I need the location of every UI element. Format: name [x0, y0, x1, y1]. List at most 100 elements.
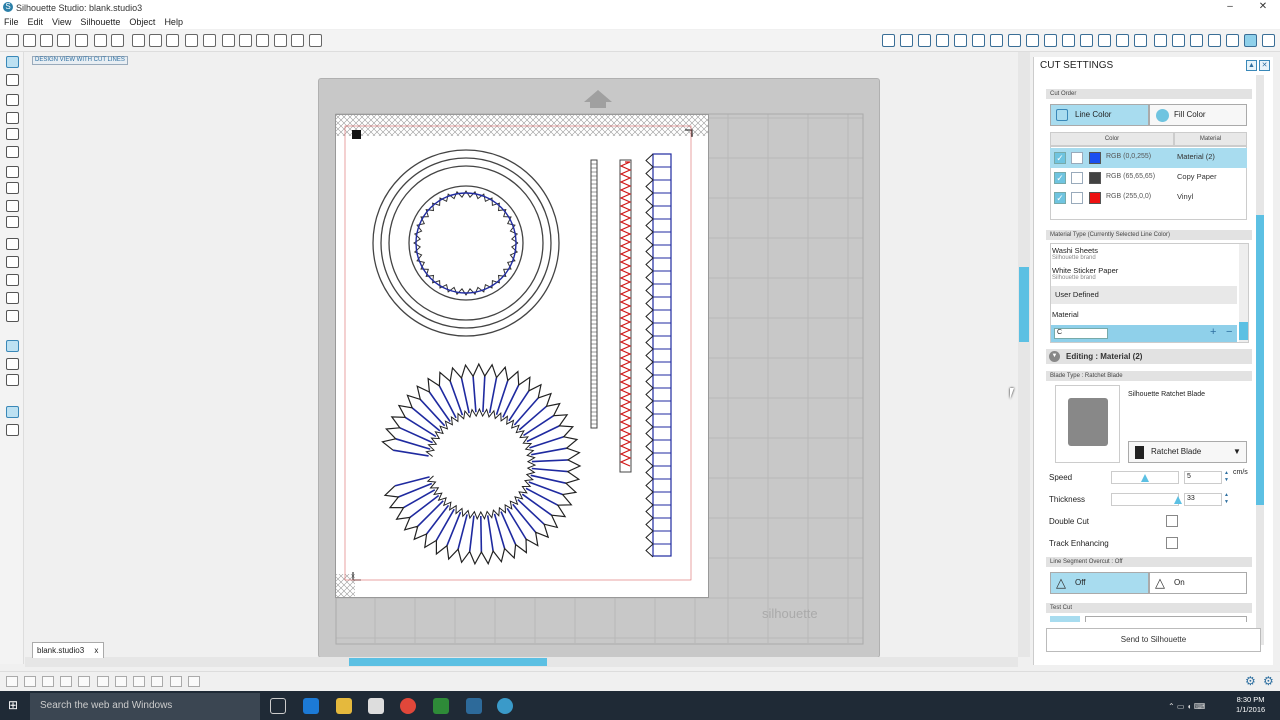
align-icon[interactable]	[972, 34, 985, 47]
material-list-scroll-thumb[interactable]	[1239, 322, 1248, 340]
test-cut-control[interactable]	[1050, 616, 1080, 622]
deselect-icon[interactable]	[24, 676, 36, 687]
polygon-tool-icon[interactable]	[6, 166, 19, 178]
line-color-icon[interactable]	[900, 34, 913, 47]
gear-shape[interactable]	[413, 190, 519, 296]
text-style-icon[interactable]	[1008, 34, 1021, 47]
menu-file[interactable]: File	[4, 17, 19, 27]
menu-object[interactable]: Object	[129, 17, 155, 27]
new-document-icon[interactable]	[6, 34, 19, 47]
duplicate-icon[interactable]	[170, 676, 182, 687]
edge-icon[interactable]	[303, 698, 319, 714]
store-icon[interactable]	[1226, 34, 1239, 47]
smooth-freehand-tool-icon[interactable]	[6, 238, 19, 250]
double-cut-checkbox[interactable]	[1166, 515, 1178, 527]
page-setup-icon[interactable]	[1154, 34, 1167, 47]
select-tool-icon[interactable]	[6, 56, 19, 68]
layers-icon[interactable]	[6, 358, 19, 370]
view-mode-icon[interactable]	[6, 406, 19, 418]
list-item-material[interactable]: Material	[1052, 310, 1240, 319]
vertical-scrollbar[interactable]	[1018, 52, 1030, 657]
rounded-rect-tool-icon[interactable]	[6, 128, 19, 140]
shape-tool-icon[interactable]	[6, 256, 19, 268]
ungroup-icon[interactable]	[60, 676, 72, 687]
bring-front-icon[interactable]	[133, 676, 145, 687]
line-tool-icon[interactable]	[6, 94, 19, 106]
text-tool-icon[interactable]	[6, 274, 19, 286]
fan-wheel-shape[interactable]	[381, 362, 582, 566]
camtasia-icon[interactable]	[433, 698, 449, 714]
table-row[interactable]: ✓ RGB (0,0,255) Material (2)	[1050, 148, 1247, 168]
horizontal-scrollbar[interactable]	[25, 657, 1018, 667]
material-list-scrollbar[interactable]	[1239, 244, 1248, 342]
replicate-icon[interactable]	[1026, 34, 1039, 47]
rectangle-tool-icon[interactable]	[6, 112, 19, 124]
app-icon[interactable]	[466, 698, 482, 714]
save-icon[interactable]	[57, 34, 70, 47]
send-back-icon[interactable]	[151, 676, 163, 687]
document-tab-close[interactable]: x	[94, 646, 98, 655]
fit-page-icon[interactable]	[309, 34, 322, 47]
horizontal-scroll-thumb[interactable]	[349, 658, 547, 666]
paste-icon[interactable]	[149, 34, 162, 47]
menu-edit[interactable]: Edit	[28, 17, 44, 27]
ring-shape[interactable]	[372, 149, 560, 337]
media-icon[interactable]	[1190, 34, 1203, 47]
table-row[interactable]: ✓ RGB (255,0,0) Vinyl	[1050, 188, 1247, 208]
point-edit-tool-icon[interactable]	[6, 74, 19, 86]
list-item[interactable]: Washi Sheets Silhouette brand	[1052, 246, 1240, 261]
copy-icon[interactable]	[132, 34, 145, 47]
cut-icon[interactable]	[166, 34, 179, 47]
panel-scroll-thumb[interactable]	[1256, 215, 1264, 505]
close-button[interactable]: ✕	[1248, 0, 1278, 15]
add-material-icon[interactable]: +	[1210, 327, 1216, 338]
send-icon[interactable]	[1262, 34, 1275, 47]
track-enhancing-checkbox[interactable]	[1166, 537, 1178, 549]
panel-scrollbar[interactable]	[1256, 75, 1264, 645]
thickness-slider-thumb[interactable]	[1174, 496, 1182, 504]
strip-blue-tabs[interactable]	[645, 153, 672, 558]
redo-icon[interactable]	[203, 34, 216, 47]
release-compound-icon[interactable]	[97, 676, 109, 687]
speed-slider-thumb[interactable]	[1141, 474, 1149, 482]
overcut-on-button[interactable]: △ On	[1149, 572, 1247, 594]
fill-panel-icon[interactable]	[882, 34, 895, 47]
delete-icon[interactable]	[115, 676, 127, 687]
silhouette-taskbar-icon[interactable]	[497, 698, 513, 714]
weld-icon[interactable]	[1098, 34, 1111, 47]
remove-material-icon[interactable]: −	[1226, 327, 1232, 338]
zoom-out-icon[interactable]	[256, 34, 269, 47]
menu-silhouette[interactable]: Silhouette	[80, 17, 120, 27]
thickness-slider[interactable]	[1111, 493, 1182, 506]
transform-icon[interactable]	[1044, 34, 1057, 47]
curve-tool-icon[interactable]	[6, 182, 19, 194]
eye-icon[interactable]	[6, 374, 19, 386]
compound-icon[interactable]	[78, 676, 90, 687]
rotate-icon[interactable]	[1062, 34, 1075, 47]
table-row[interactable]: ✓ RGB (65,65,65) Copy Paper	[1050, 168, 1247, 188]
gradient-icon[interactable]	[954, 34, 967, 47]
ellipse-tool-icon[interactable]	[6, 146, 19, 158]
knife-tool-icon[interactable]	[6, 310, 19, 322]
registration-icon[interactable]	[1172, 34, 1185, 47]
group-icon[interactable]	[42, 676, 54, 687]
send-to-silhouette-button[interactable]: Send to Silhouette	[1046, 628, 1261, 652]
split-view-icon[interactable]	[6, 424, 19, 436]
print-cut-icon[interactable]	[111, 34, 124, 47]
pan-icon[interactable]	[222, 34, 235, 47]
overcut-off-button[interactable]: △ Off	[1050, 572, 1149, 594]
blade-select[interactable]: Ratchet Blade ▼	[1128, 441, 1247, 463]
settings-gear-icon[interactable]: ⚙	[1245, 675, 1257, 687]
save-as-icon[interactable]	[75, 34, 88, 47]
row-checkbox[interactable]: ✓	[1054, 172, 1066, 184]
maximize-button[interactable]	[1218, 0, 1248, 15]
arc-tool-icon[interactable]	[6, 200, 19, 212]
cut-style-icon[interactable]	[1071, 172, 1083, 184]
eraser-tool-icon[interactable]	[6, 292, 19, 304]
task-view-icon[interactable]	[270, 698, 286, 714]
editing-header[interactable]: ▼ Editing : Material (2)	[1046, 349, 1252, 364]
grid-toggle-icon[interactable]	[6, 340, 19, 352]
speed-slider[interactable]	[1111, 471, 1179, 484]
zoom-in-icon[interactable]	[239, 34, 252, 47]
cut-style-icon[interactable]	[1071, 152, 1083, 164]
